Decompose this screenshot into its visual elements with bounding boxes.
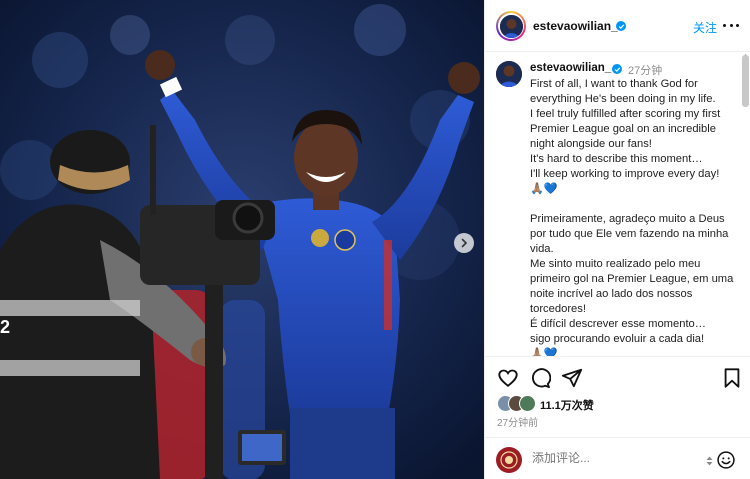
textarea-resize-icon[interactable] [706,455,713,467]
caption-line: 🙏🏽💙 [530,348,558,356]
caption-line: It's hard to describe this moment… [530,153,703,165]
post-actions: 11.1万次赞 27分钟前 [485,356,750,432]
vest-number: 2 [0,317,10,337]
comment-input[interactable] [532,451,692,465]
verified-badge-icon [612,64,622,74]
caption-area: estevaowilian_ 27分钟 First of all, I want… [485,53,750,356]
caption-line: I feel truly fulfilled after scoring my … [530,108,721,150]
smiley-icon[interactable] [716,450,736,470]
post-photo: 2 [0,0,484,479]
caption-username[interactable]: estevaowilian_ [530,62,611,74]
share-icon[interactable] [561,367,583,389]
liker-avatar [519,395,536,412]
heart-icon[interactable] [497,367,519,389]
liker-avatars[interactable] [497,395,537,412]
more-horizontal-icon[interactable] [723,18,739,32]
crest-icon [500,451,518,469]
caption-line: I'll keep working to improve every day! … [530,168,720,195]
caption-line: sigo procurando evoluir a cada dia! [530,333,705,345]
caption-scrollbar[interactable] [742,55,749,107]
like-count[interactable]: 11.1万次赞 [540,397,594,413]
caption-line: Primeiramente, agradeço muito a Deus por… [530,213,729,255]
caption-line: É difícil descrever esse momento… [530,318,706,330]
avatar-image [496,61,522,87]
caption-line: Me sinto muito realizado pelo meu primei… [530,258,734,315]
photo-illustration: 2 [0,0,484,479]
caption-line: First of all, I want to thank God for ev… [530,78,716,105]
verified-badge-icon [616,21,626,31]
post-side-panel: estevaowilian_ 关注 estevaowilian_ 27分钟 Fi… [484,0,750,479]
avatar-image [499,14,523,38]
current-user-avatar [496,447,522,473]
caption-time: 27分钟 [628,65,663,77]
comment-icon[interactable] [529,367,551,389]
bookmark-icon[interactable] [721,367,743,389]
post-header: estevaowilian_ 关注 [485,0,750,52]
caption-text: First of all, I want to thank God for ev… [530,77,734,356]
header-username[interactable]: estevaowilian_ [533,19,618,33]
post-time: 27分钟前 [497,418,539,429]
comment-bar [485,437,750,479]
next-image-button[interactable] [454,233,474,253]
author-avatar[interactable] [496,11,526,41]
follow-button[interactable]: 关注 [693,19,717,36]
caption-author-avatar[interactable] [496,61,522,87]
chevron-right-icon [461,238,468,248]
